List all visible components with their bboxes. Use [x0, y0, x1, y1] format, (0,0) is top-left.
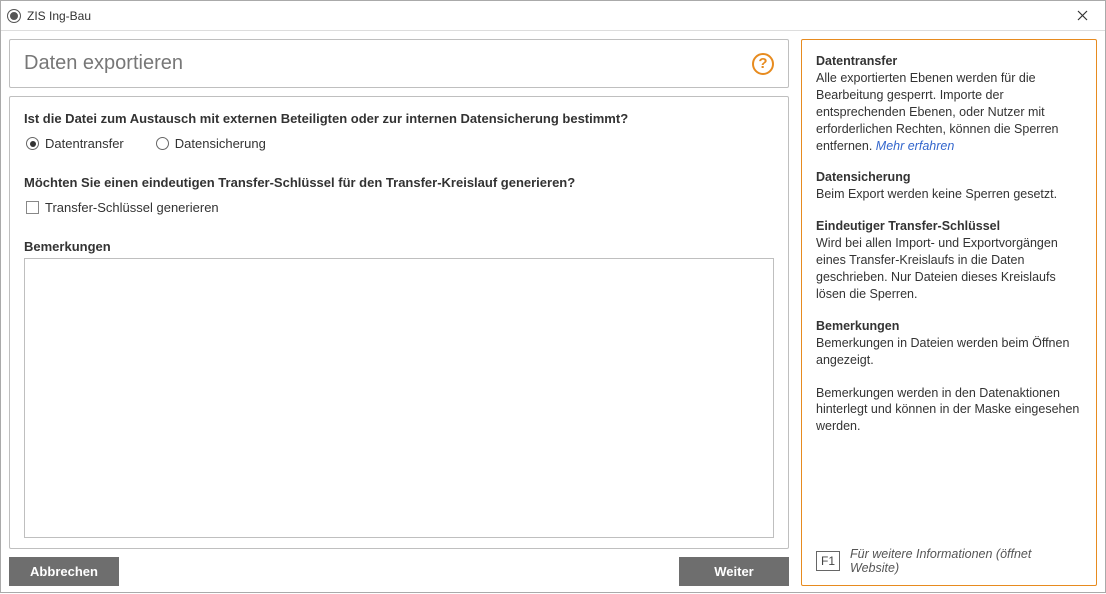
radio-label: Datentransfer — [45, 136, 124, 151]
titlebar: ZIS Ing-Bau — [1, 1, 1105, 31]
checkbox-label: Transfer-Schlüssel generieren — [45, 200, 219, 215]
help-text-transfer-key: Wird bei allen Import- und Exportvorgäng… — [816, 235, 1082, 303]
form-panel: Ist die Datei zum Austausch mit externen… — [9, 96, 789, 549]
help-text-datentransfer: Alle exportierten Ebenen werden für die … — [816, 70, 1082, 154]
radio-datentransfer[interactable]: Datentransfer — [26, 136, 124, 151]
help-text-bemerkungen-1: Bemerkungen in Dateien werden beim Öffne… — [816, 335, 1082, 369]
close-icon[interactable] — [1059, 1, 1105, 31]
radio-icon — [26, 137, 39, 150]
checkbox-icon — [26, 201, 39, 214]
remarks-label: Bemerkungen — [24, 239, 774, 254]
f1-badge-icon: F1 — [816, 551, 840, 571]
help-heading-datentransfer: Datentransfer — [816, 54, 1082, 68]
checkbox-generate-key[interactable]: Transfer-Schlüssel generieren — [24, 200, 774, 215]
radio-label: Datensicherung — [175, 136, 266, 151]
radio-datensicherung[interactable]: Datensicherung — [156, 136, 266, 151]
radio-icon — [156, 137, 169, 150]
next-button[interactable]: Weiter — [679, 557, 789, 586]
radio-group-purpose: Datentransfer Datensicherung — [24, 136, 774, 151]
help-footer[interactable]: F1 Für weitere Informationen (öffnet Web… — [816, 547, 1082, 575]
page-header: Daten exportieren ? — [9, 39, 789, 88]
help-panel: Datentransfer Alle exportierten Ebenen w… — [801, 39, 1097, 586]
learn-more-link[interactable]: Mehr erfahren — [876, 139, 955, 153]
cancel-button[interactable]: Abbrechen — [9, 557, 119, 586]
help-text-datensicherung: Beim Export werden keine Sperren gesetzt… — [816, 186, 1082, 203]
help-heading-transfer-key: Eindeutiger Transfer-Schlüssel — [816, 219, 1082, 233]
button-row: Abbrechen Weiter — [9, 557, 789, 586]
question-file-purpose: Ist die Datei zum Austausch mit externen… — [24, 111, 774, 126]
window-title: ZIS Ing-Bau — [27, 9, 91, 23]
help-heading-bemerkungen: Bemerkungen — [816, 319, 1082, 333]
question-generate-key: Möchten Sie einen eindeutigen Transfer-S… — [24, 175, 774, 190]
remarks-textarea[interactable] — [24, 258, 774, 538]
help-text-bemerkungen-2: Bemerkungen werden in den Datenaktionen … — [816, 385, 1082, 436]
help-heading-datensicherung: Datensicherung — [816, 170, 1082, 184]
help-icon[interactable]: ? — [752, 53, 774, 75]
app-icon — [7, 9, 21, 23]
page-title: Daten exportieren — [24, 52, 183, 75]
help-footer-text: Für weitere Informationen (öffnet Websit… — [850, 547, 1082, 575]
